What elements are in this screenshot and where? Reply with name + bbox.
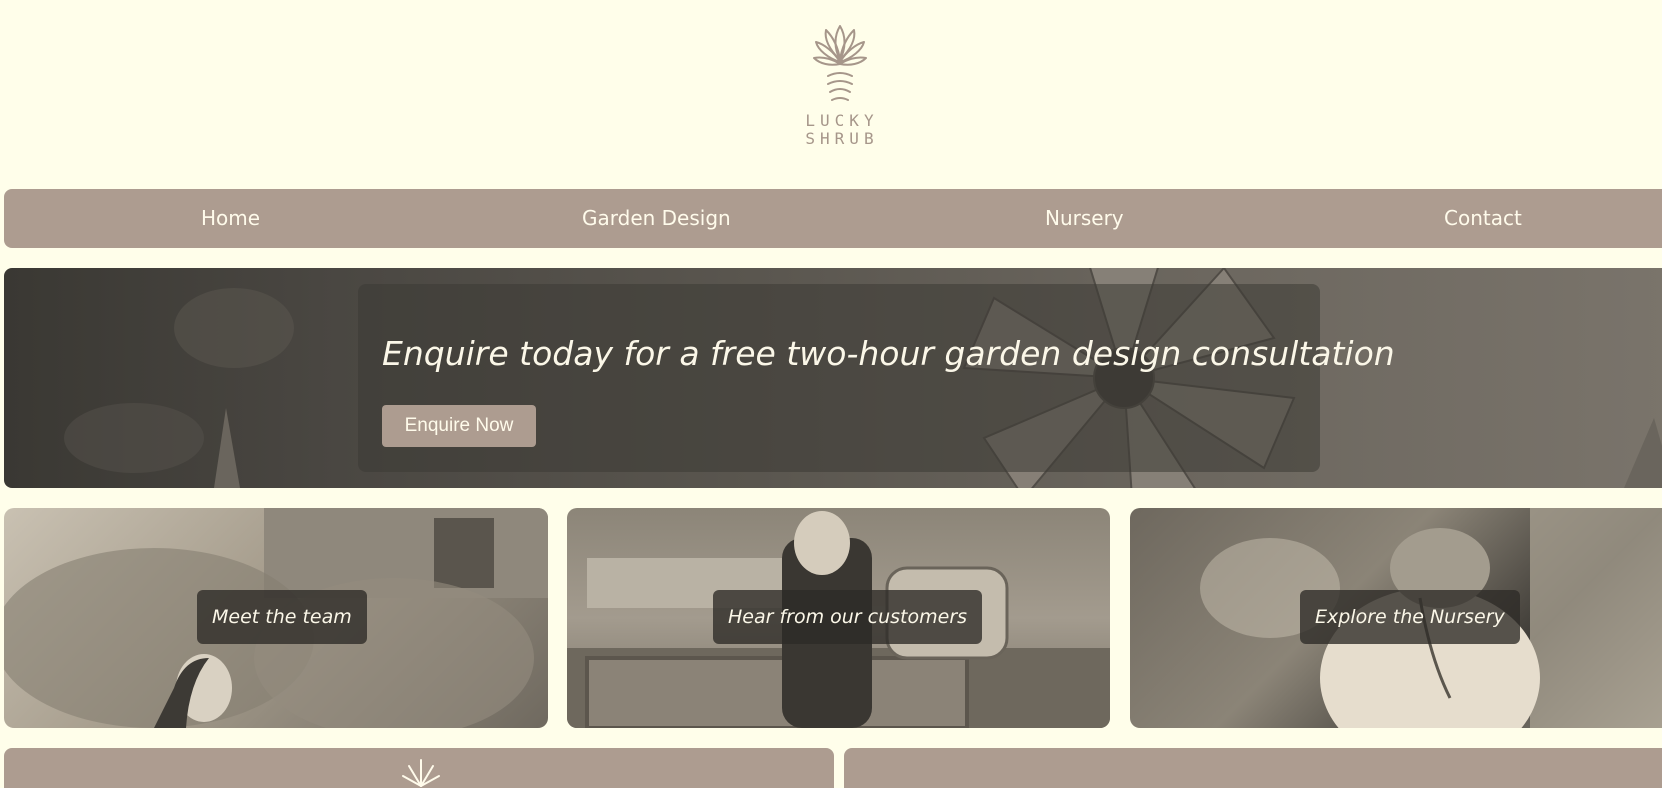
card-nursery[interactable]: Explore the Nursery: [1130, 508, 1662, 728]
nav-garden-design[interactable]: Garden Design: [582, 189, 731, 248]
brand-line-2: SHRUB: [805, 129, 879, 148]
card-meet-team[interactable]: Meet the team: [4, 508, 548, 728]
nav-nursery[interactable]: Nursery: [1045, 189, 1124, 248]
footer-panel-left: [4, 748, 834, 788]
card-label-nursery: Explore the Nursery: [1300, 590, 1520, 644]
brand-line-1: LUCKY: [805, 111, 879, 130]
hero-panel: Enquire today for a free two-hour garden…: [358, 284, 1395, 472]
nav-contact[interactable]: Contact: [1444, 189, 1522, 248]
footer-panel-right: [844, 748, 1662, 788]
enquire-now-button[interactable]: Enquire Now: [382, 405, 536, 447]
site-logo[interactable]: LUCKY SHRUB: [796, 20, 884, 152]
footer-shrub-icon: [402, 759, 440, 787]
hero-headline: Enquire today for a free two-hour garden…: [382, 334, 1395, 373]
hero-banner: Enquire today for a free two-hour garden…: [4, 268, 1662, 488]
card-label-customers: Hear from our customers: [713, 590, 983, 644]
main-nav: Home Garden Design Nursery Contact: [4, 189, 1662, 248]
card-label-meet-team: Meet the team: [197, 590, 367, 644]
card-customers[interactable]: Hear from our customers: [567, 508, 1110, 728]
nav-home[interactable]: Home: [201, 189, 260, 248]
shrub-logo-icon: [813, 25, 867, 101]
